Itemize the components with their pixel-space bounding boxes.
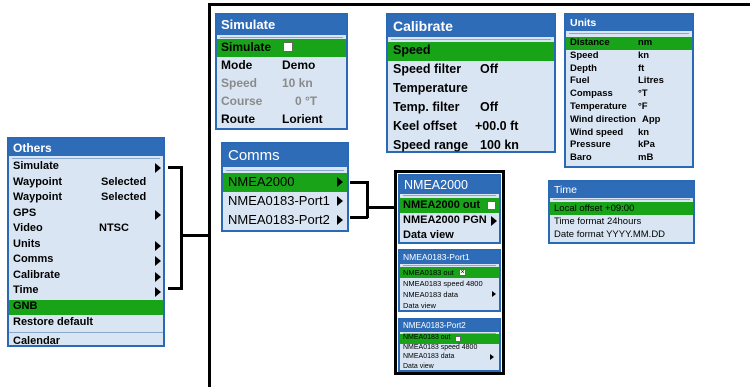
menu-item-waypoint-2[interactable]: Waypoint Selected xyxy=(9,191,163,207)
chevron-right-icon xyxy=(155,240,161,251)
port2-out[interactable]: NMEA0183 out xyxy=(400,334,499,344)
checkbox-icon[interactable] xyxy=(487,201,496,210)
nmea2000-menu-title: NMEA2000 xyxy=(400,176,499,194)
units-wind-speed[interactable]: Wind speed kn xyxy=(566,127,692,140)
chevron-right-icon xyxy=(155,256,161,266)
units-compass[interactable]: Compass °T xyxy=(566,88,692,101)
nmea0183-port2-menu-title: NMEA0183-Port2 xyxy=(400,320,499,332)
simulate-menu: Simulate Simulate Mode Demo Speed 10 kn … xyxy=(215,13,348,130)
menu-item-gps[interactable]: GPS xyxy=(9,207,163,223)
chevron-right-icon xyxy=(155,209,161,220)
checkbox-icon[interactable] xyxy=(455,336,461,342)
units-menu-title: Units xyxy=(566,15,692,31)
nmea2000-pgn[interactable]: NMEA2000 PGN xyxy=(400,213,499,228)
menu-item-gnb[interactable]: GNB xyxy=(9,299,163,315)
units-wind-direction[interactable]: Wind direction App xyxy=(566,114,692,127)
time-menu: Time Local offset +09:00 Time format 24h… xyxy=(548,180,695,244)
comms-item-nmea2000[interactable]: NMEA2000 xyxy=(223,173,347,192)
menu-item-simulate[interactable]: Simulate xyxy=(9,160,163,176)
calibrate-temperature[interactable]: Temperature xyxy=(388,80,554,99)
nmea2000-menu: NMEA2000 NMEA2000 out NMEA2000 PGN Data … xyxy=(398,174,501,244)
chevron-right-icon xyxy=(491,216,497,226)
nmea-group: NMEA2000 NMEA2000 out NMEA2000 PGN Data … xyxy=(394,170,505,375)
chevron-right-icon xyxy=(155,287,161,297)
chevron-right-icon xyxy=(155,163,161,173)
simulate-course: Course 0 °T xyxy=(221,94,318,108)
units-speed[interactable]: Speed kn xyxy=(566,50,692,63)
chevron-right-icon xyxy=(337,177,343,187)
chevron-right-icon xyxy=(492,291,496,297)
chevron-right-icon xyxy=(337,196,343,206)
nmea0183-port1-menu-title: NMEA0183-Port1 xyxy=(400,251,499,264)
calibrate-menu: Calibrate Speed Speed filter Off Tempera… xyxy=(386,13,556,153)
port1-out[interactable]: NMEA0183 out × xyxy=(400,267,499,278)
port2-data-view[interactable]: Data view xyxy=(400,363,499,373)
calibrate-menu-title: Calibrate xyxy=(388,15,554,37)
calibrate-temp-filter[interactable]: Temp. filter Off xyxy=(388,99,554,118)
units-depth[interactable]: Depth ft xyxy=(566,63,692,76)
menu-item-comms[interactable]: Comms xyxy=(9,253,163,269)
port2-speed[interactable]: NMEA0183 speed 4800 xyxy=(400,344,499,354)
port1-data-view[interactable]: Data view xyxy=(400,300,499,311)
comms-item-nmea0183-port1[interactable]: NMEA0183-Port1 xyxy=(223,192,347,211)
checked-box-icon[interactable]: × xyxy=(459,269,466,276)
menu-item-time[interactable]: Time xyxy=(9,284,163,300)
menu-item-calibrate[interactable]: Calibrate xyxy=(9,269,163,285)
menu-item-waypoint[interactable]: Waypoint Selected xyxy=(9,176,163,192)
nmea0183-port2-menu: NMEA0183-Port2 NMEA0183 out NMEA0183 spe… xyxy=(398,318,501,372)
simulate-speed: Speed 10 kn xyxy=(221,76,313,90)
simulate-menu-title: Simulate xyxy=(217,15,346,35)
units-distance[interactable]: Distance nm xyxy=(566,37,692,50)
menu-item-video[interactable]: Video NTSC xyxy=(9,222,163,238)
nmea0183-port1-menu: NMEA0183-Port1 NMEA0183 out × NMEA0183 s… xyxy=(398,249,501,312)
comms-menu-title: Comms xyxy=(223,144,347,167)
menu-item-restore-default[interactable]: Restore default xyxy=(9,315,163,333)
port2-data[interactable]: NMEA0183 data xyxy=(400,353,499,363)
simulate-route[interactable]: Route Lorient xyxy=(217,111,346,129)
checkbox-icon[interactable] xyxy=(283,42,293,52)
time-local-offset[interactable]: Local offset +09:00 xyxy=(550,202,693,215)
units-baro[interactable]: Baro mB xyxy=(566,152,692,165)
simulate-mode[interactable]: Mode Demo xyxy=(217,57,346,75)
units-temperature[interactable]: Temperature °F xyxy=(566,101,692,114)
units-fuel[interactable]: Fuel Litres xyxy=(566,75,692,88)
comms-item-nmea0183-port2[interactable]: NMEA0183-Port2 xyxy=(223,211,347,230)
calibrate-speed[interactable]: Speed xyxy=(388,42,554,61)
chevron-right-icon xyxy=(155,271,161,282)
menu-item-calendar[interactable]: Calendar xyxy=(9,333,163,349)
others-menu-title: Others xyxy=(9,139,163,156)
calibrate-speed-range[interactable]: Speed range 100 kn xyxy=(388,137,554,156)
units-menu: Units Distance nm Speed kn Depth ft Fuel… xyxy=(564,13,694,168)
others-menu: Others Simulate Waypoint Selected Waypoi… xyxy=(7,137,165,347)
calibrate-speed-filter[interactable]: Speed filter Off xyxy=(388,61,554,80)
chevron-right-icon xyxy=(337,215,343,225)
port1-speed[interactable]: NMEA0183 speed 4800 xyxy=(400,278,499,289)
units-pressure[interactable]: Pressure kPa xyxy=(566,139,692,152)
port1-data[interactable]: NMEA0183 data xyxy=(400,289,499,300)
nmea2000-out[interactable]: NMEA2000 out xyxy=(400,198,499,213)
simulate-toggle[interactable]: Simulate xyxy=(217,39,346,57)
menu-item-units[interactable]: Units xyxy=(9,238,163,254)
chevron-right-icon xyxy=(490,354,494,360)
nmea2000-data-view[interactable]: Data view xyxy=(400,228,499,243)
calibrate-keel-offset[interactable]: Keel offset +00.0 ft xyxy=(388,118,554,137)
comms-menu: Comms NMEA2000 NMEA0183-Port1 NMEA0183-P… xyxy=(221,142,349,232)
time-menu-title: Time xyxy=(550,182,693,198)
time-date-format[interactable]: Date format YYYY.MM.DD xyxy=(550,228,693,241)
time-time-format[interactable]: Time format 24hours xyxy=(550,215,693,228)
